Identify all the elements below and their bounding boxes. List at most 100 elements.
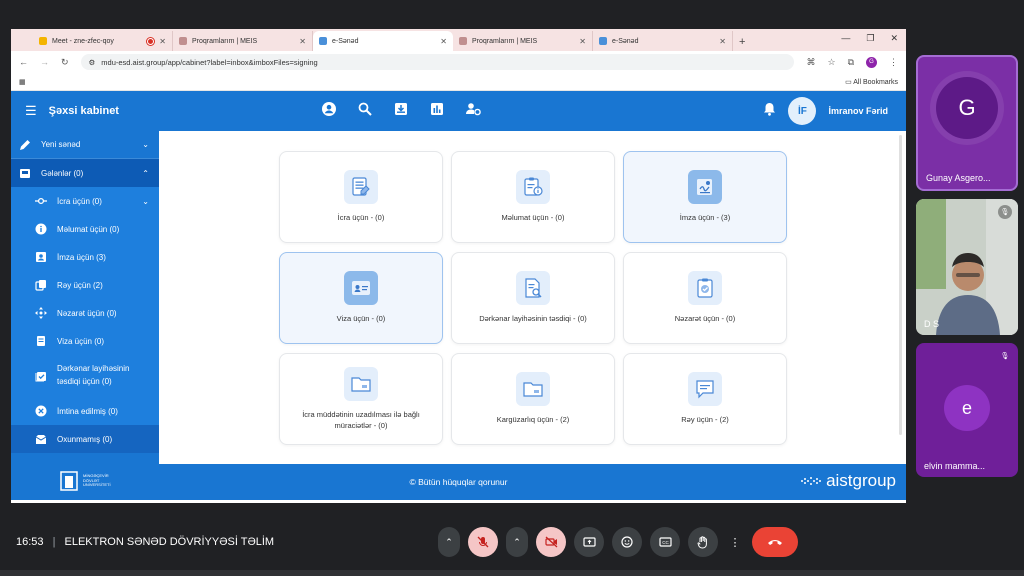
sidebar-item-inbox[interactable]: Gələnlər (0) ⌃ <box>11 159 159 187</box>
download-box-icon[interactable] <box>393 101 409 117</box>
document-search-icon <box>516 271 550 306</box>
audio-options-button[interactable]: ⌃ <box>438 527 460 557</box>
profile-avatar[interactable]: G <box>866 56 877 68</box>
forward-icon[interactable]: → <box>40 57 49 67</box>
captions-button[interactable]: CC <box>650 527 680 557</box>
mic-off-button[interactable] <box>468 527 498 557</box>
star-icon[interactable]: ☆ <box>827 57 835 68</box>
tab-esened-active[interactable]: e-Sənəd ✕ <box>313 31 453 51</box>
chevron-down-icon: ⌄ <box>142 196 149 206</box>
video-options-button[interactable]: ⌃ <box>506 527 528 557</box>
card-execution[interactable]: İcra üçün - (0) <box>279 151 443 243</box>
raise-hand-icon <box>697 535 707 549</box>
address-bar: ← → ↻ ⚙ mdu-esd.aist.group/app/cabinet?l… <box>11 51 906 73</box>
sidebar-item-label: İmza üçün (3) <box>57 252 106 262</box>
chart-icon[interactable] <box>429 101 445 117</box>
tab-meet[interactable]: Meet - zne-zfec-qoy ✕ <box>33 31 173 51</box>
card-visa[interactable]: Viza üçün - (0) <box>279 252 443 344</box>
url-text: mdu-esd.aist.group/app/cabinet?label=inb… <box>101 57 318 67</box>
tab-label: Meet - zne-zfec-qoy <box>52 37 114 45</box>
card-signing[interactable]: İmza üçün - (3) <box>623 151 787 243</box>
header-icons <box>321 101 481 117</box>
user-settings-icon[interactable] <box>465 101 481 117</box>
meeting-title: ELEKTRON SƏNƏD DÖVRİYYƏSİ TƏLİM <box>64 536 275 548</box>
copy-icon <box>35 279 47 291</box>
emoji-button[interactable] <box>612 527 642 557</box>
restore-icon[interactable]: ❐ <box>866 33 874 44</box>
tab-esened-2[interactable]: e-Sənəd ✕ <box>593 31 733 51</box>
card-extension-requests[interactable]: İcra müddətinin uzadılması ilə bağlı mür… <box>279 353 443 445</box>
close-icon[interactable]: ✕ <box>159 37 166 46</box>
card-label: İmza üçün - (3) <box>679 213 731 223</box>
tab-meis-2[interactable]: Proqramlarım | MEIS ✕ <box>453 31 593 51</box>
esened-favicon-icon <box>599 37 607 45</box>
present-screen-button[interactable] <box>574 527 604 557</box>
site-info-icon[interactable]: ⚙ <box>89 58 96 67</box>
all-bookmarks[interactable]: ▭ All Bookmarks <box>845 78 898 86</box>
minimize-icon[interactable]: — <box>841 33 850 44</box>
close-icon[interactable]: ✕ <box>579 37 586 46</box>
sidebar-item-label: Məlumat üçün (0) <box>57 224 120 234</box>
meet-favicon-icon <box>39 37 47 45</box>
account-circle-icon[interactable] <box>321 101 337 117</box>
sidebar-item-information[interactable]: Məlumat üçün (0) <box>11 215 159 243</box>
extensions-icon[interactable]: ⧉ <box>848 57 854 68</box>
participant-tile-1[interactable]: G Gunay Asgero... <box>916 55 1018 191</box>
captions-icon: CC <box>658 537 672 547</box>
raise-hand-button[interactable] <box>688 527 718 557</box>
inbox-subnav: İcra üçün (0) ⌄ Məlumat üçün (0) İmza üç… <box>11 187 159 453</box>
sidebar-item-label: Viza üçün (0) <box>57 336 104 346</box>
sidebar-item-resolution-approval[interactable]: Dərkənar layihəsinin təsdiqi üçün (0) <box>11 355 159 397</box>
sidebar-item-control[interactable]: Nəzarət üçün (0) <box>11 299 159 327</box>
sidebar-item-rejected[interactable]: İmtina edilmiş (0) <box>11 397 159 425</box>
card-information[interactable]: Məlumat üçün - (0) <box>451 151 615 243</box>
card-clerical[interactable]: Kargüzarlıq üçün - (2) <box>451 353 615 445</box>
sidebar-item-label: İcra üçün (0) <box>57 196 102 206</box>
more-options-button[interactable]: ⋮ <box>726 527 744 557</box>
participant-video <box>916 199 1018 335</box>
apps-grid-icon[interactable]: ▦ <box>19 78 26 86</box>
back-icon[interactable]: ← <box>19 57 28 67</box>
end-call-button[interactable] <box>752 527 798 557</box>
esened-favicon-icon <box>319 37 327 45</box>
participant-name: Gunay Asgero... <box>926 173 991 183</box>
search-icon[interactable] <box>357 101 373 117</box>
more-icon[interactable]: ⋮ <box>889 57 898 68</box>
sidebar-item-visa[interactable]: Viza üçün (0) <box>11 327 159 355</box>
sidebar-item-label: Yeni sənəd <box>41 140 81 149</box>
close-icon[interactable]: ✕ <box>719 37 726 46</box>
participant-tile-2[interactable]: 🎙 D S <box>916 199 1018 335</box>
app-body: Yeni sənəd ⌄ Gələnlər (0) ⌃ İcra üçün (0… <box>11 131 906 464</box>
menu-icon[interactable]: ☰ <box>25 103 37 119</box>
sidebar-item-unread[interactable]: Oxunmamış (0) <box>11 425 159 453</box>
sidebar-item-execution[interactable]: İcra üçün (0) ⌄ <box>11 187 159 215</box>
bell-icon[interactable] <box>763 102 776 121</box>
screen: Meet - zne-zfec-qoy ✕ Proqramlarım | MEI… <box>0 0 1024 576</box>
sidebar-item-new-document[interactable]: Yeni sənəd ⌄ <box>11 131 159 159</box>
new-tab-button[interactable]: + <box>733 36 751 51</box>
participant-tile-3[interactable]: 🎙 e elvin mamma... <box>916 343 1018 477</box>
tab-strip: Meet - zne-zfec-qoy ✕ Proqramlarım | MEI… <box>11 29 906 51</box>
close-icon[interactable]: ✕ <box>440 37 447 46</box>
user-avatar[interactable]: İF <box>788 97 817 125</box>
card-opinion[interactable]: Rəy üçün - (2) <box>623 353 787 445</box>
close-window-icon[interactable]: ✕ <box>890 33 898 44</box>
reload-icon[interactable]: ↻ <box>61 57 69 68</box>
muted-icon: 🎙 <box>998 205 1012 219</box>
tab-meis-1[interactable]: Proqramlarım | MEIS ✕ <box>173 31 313 51</box>
close-icon[interactable]: ✕ <box>299 37 306 46</box>
card-label: Kargüzarlıq üçün - (2) <box>496 415 570 425</box>
meeting-info: 16:53 | ELEKTRON SƏNƏD DÖVRİYYƏSİ TƏLİM <box>16 536 274 548</box>
scrollbar[interactable] <box>899 135 902 435</box>
sidebar-item-opinion[interactable]: Rəy üçün (2) <box>11 271 159 299</box>
inbox-icon <box>19 167 31 179</box>
user-name[interactable]: İmranov Fərid <box>828 106 888 116</box>
commit-icon <box>35 195 47 207</box>
toolbar-right: ⌘ ☆ ⧉ G ⋮ <box>806 56 898 68</box>
camera-off-button[interactable] <box>536 527 566 557</box>
card-resolution-approval[interactable]: Dərkənar layihəsinin təsdiqi - (0) <box>451 252 615 344</box>
url-field[interactable]: ⚙ mdu-esd.aist.group/app/cabinet?label=i… <box>80 54 795 70</box>
sidebar-item-signing[interactable]: İmza üçün (3) <box>11 243 159 271</box>
card-control[interactable]: Nəzarət üçün - (0) <box>623 252 787 344</box>
translate-icon[interactable]: ⌘ <box>806 57 815 68</box>
